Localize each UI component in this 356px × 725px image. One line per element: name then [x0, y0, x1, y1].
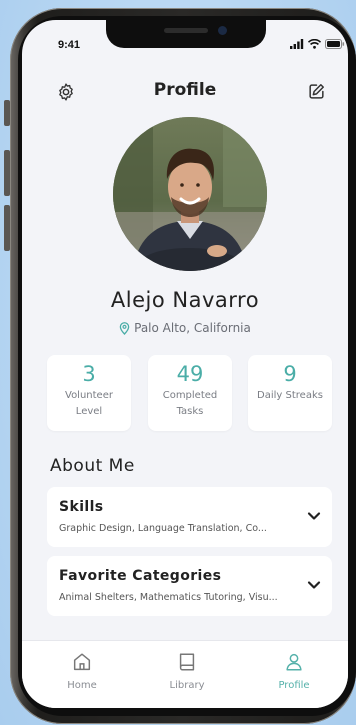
- avatar: [113, 117, 267, 271]
- chevron-down-icon[interactable]: [307, 580, 321, 590]
- mute-switch: [4, 100, 10, 126]
- stat-volunteer-level[interactable]: 3 Volunteer Level: [47, 355, 131, 431]
- notch: [106, 20, 266, 48]
- status-time: 9:41: [58, 39, 81, 51]
- tab-profile[interactable]: Profile: [254, 651, 334, 691]
- profile-location: Palo Alto, California: [22, 321, 348, 335]
- stat-value: 9: [283, 362, 297, 386]
- avatar-photo: [113, 117, 267, 271]
- stat-completed-tasks[interactable]: 49 Completed Tasks: [148, 355, 232, 431]
- user-icon: [286, 653, 302, 671]
- tab-label: Library: [169, 680, 205, 691]
- card-summary: Graphic Design, Language Translation, Co…: [59, 523, 267, 534]
- stat-value: 49: [176, 362, 204, 386]
- stat-daily-streaks[interactable]: 9 Daily Streaks: [248, 355, 332, 431]
- app-screen: 9:41 Profile Alejo Navarro Palo Alto, Ca…: [22, 20, 348, 708]
- page-title: Profile: [153, 80, 217, 100]
- card-title: Skills: [59, 499, 104, 515]
- profile-name: Alejo Navarro: [110, 288, 260, 312]
- speaker: [164, 28, 208, 33]
- home-icon: [73, 653, 91, 671]
- tab-bar: Home Library Profile: [22, 640, 348, 708]
- stats-row: 3 Volunteer Level 49 Completed Tasks 9 D…: [47, 355, 332, 431]
- tab-library[interactable]: Library: [147, 651, 227, 691]
- about-title: About Me: [50, 456, 135, 476]
- profile-header: Profile: [22, 76, 348, 106]
- favorite-categories-card[interactable]: Favorite Categories Animal Shelters, Mat…: [47, 556, 332, 616]
- battery-icon: [325, 39, 345, 49]
- stat-label: Daily Streaks: [257, 390, 323, 401]
- chevron-down-icon[interactable]: [307, 511, 321, 521]
- location-pin-icon: [119, 321, 130, 335]
- edit-icon[interactable]: [307, 82, 326, 101]
- wifi-icon: [308, 39, 321, 49]
- volume-up-button: [4, 150, 10, 196]
- tab-home[interactable]: Home: [42, 651, 122, 691]
- skills-card[interactable]: Skills Graphic Design, Language Translat…: [47, 487, 332, 547]
- card-summary: Animal Shelters, Mathematics Tutoring, V…: [59, 592, 278, 603]
- tab-label: Home: [67, 680, 97, 691]
- stat-label: Completed Tasks: [162, 390, 218, 417]
- book-icon: [179, 653, 195, 671]
- volume-down-button: [4, 205, 10, 251]
- status-icons: [290, 39, 345, 49]
- location-text: Palo Alto, California: [134, 321, 251, 335]
- stat-label: Volunteer Level: [65, 390, 113, 417]
- signal-icon: [290, 39, 304, 49]
- tab-label: Profile: [278, 680, 310, 691]
- stat-value: 3: [82, 362, 96, 386]
- front-camera: [218, 26, 227, 35]
- card-title: Favorite Categories: [59, 568, 222, 584]
